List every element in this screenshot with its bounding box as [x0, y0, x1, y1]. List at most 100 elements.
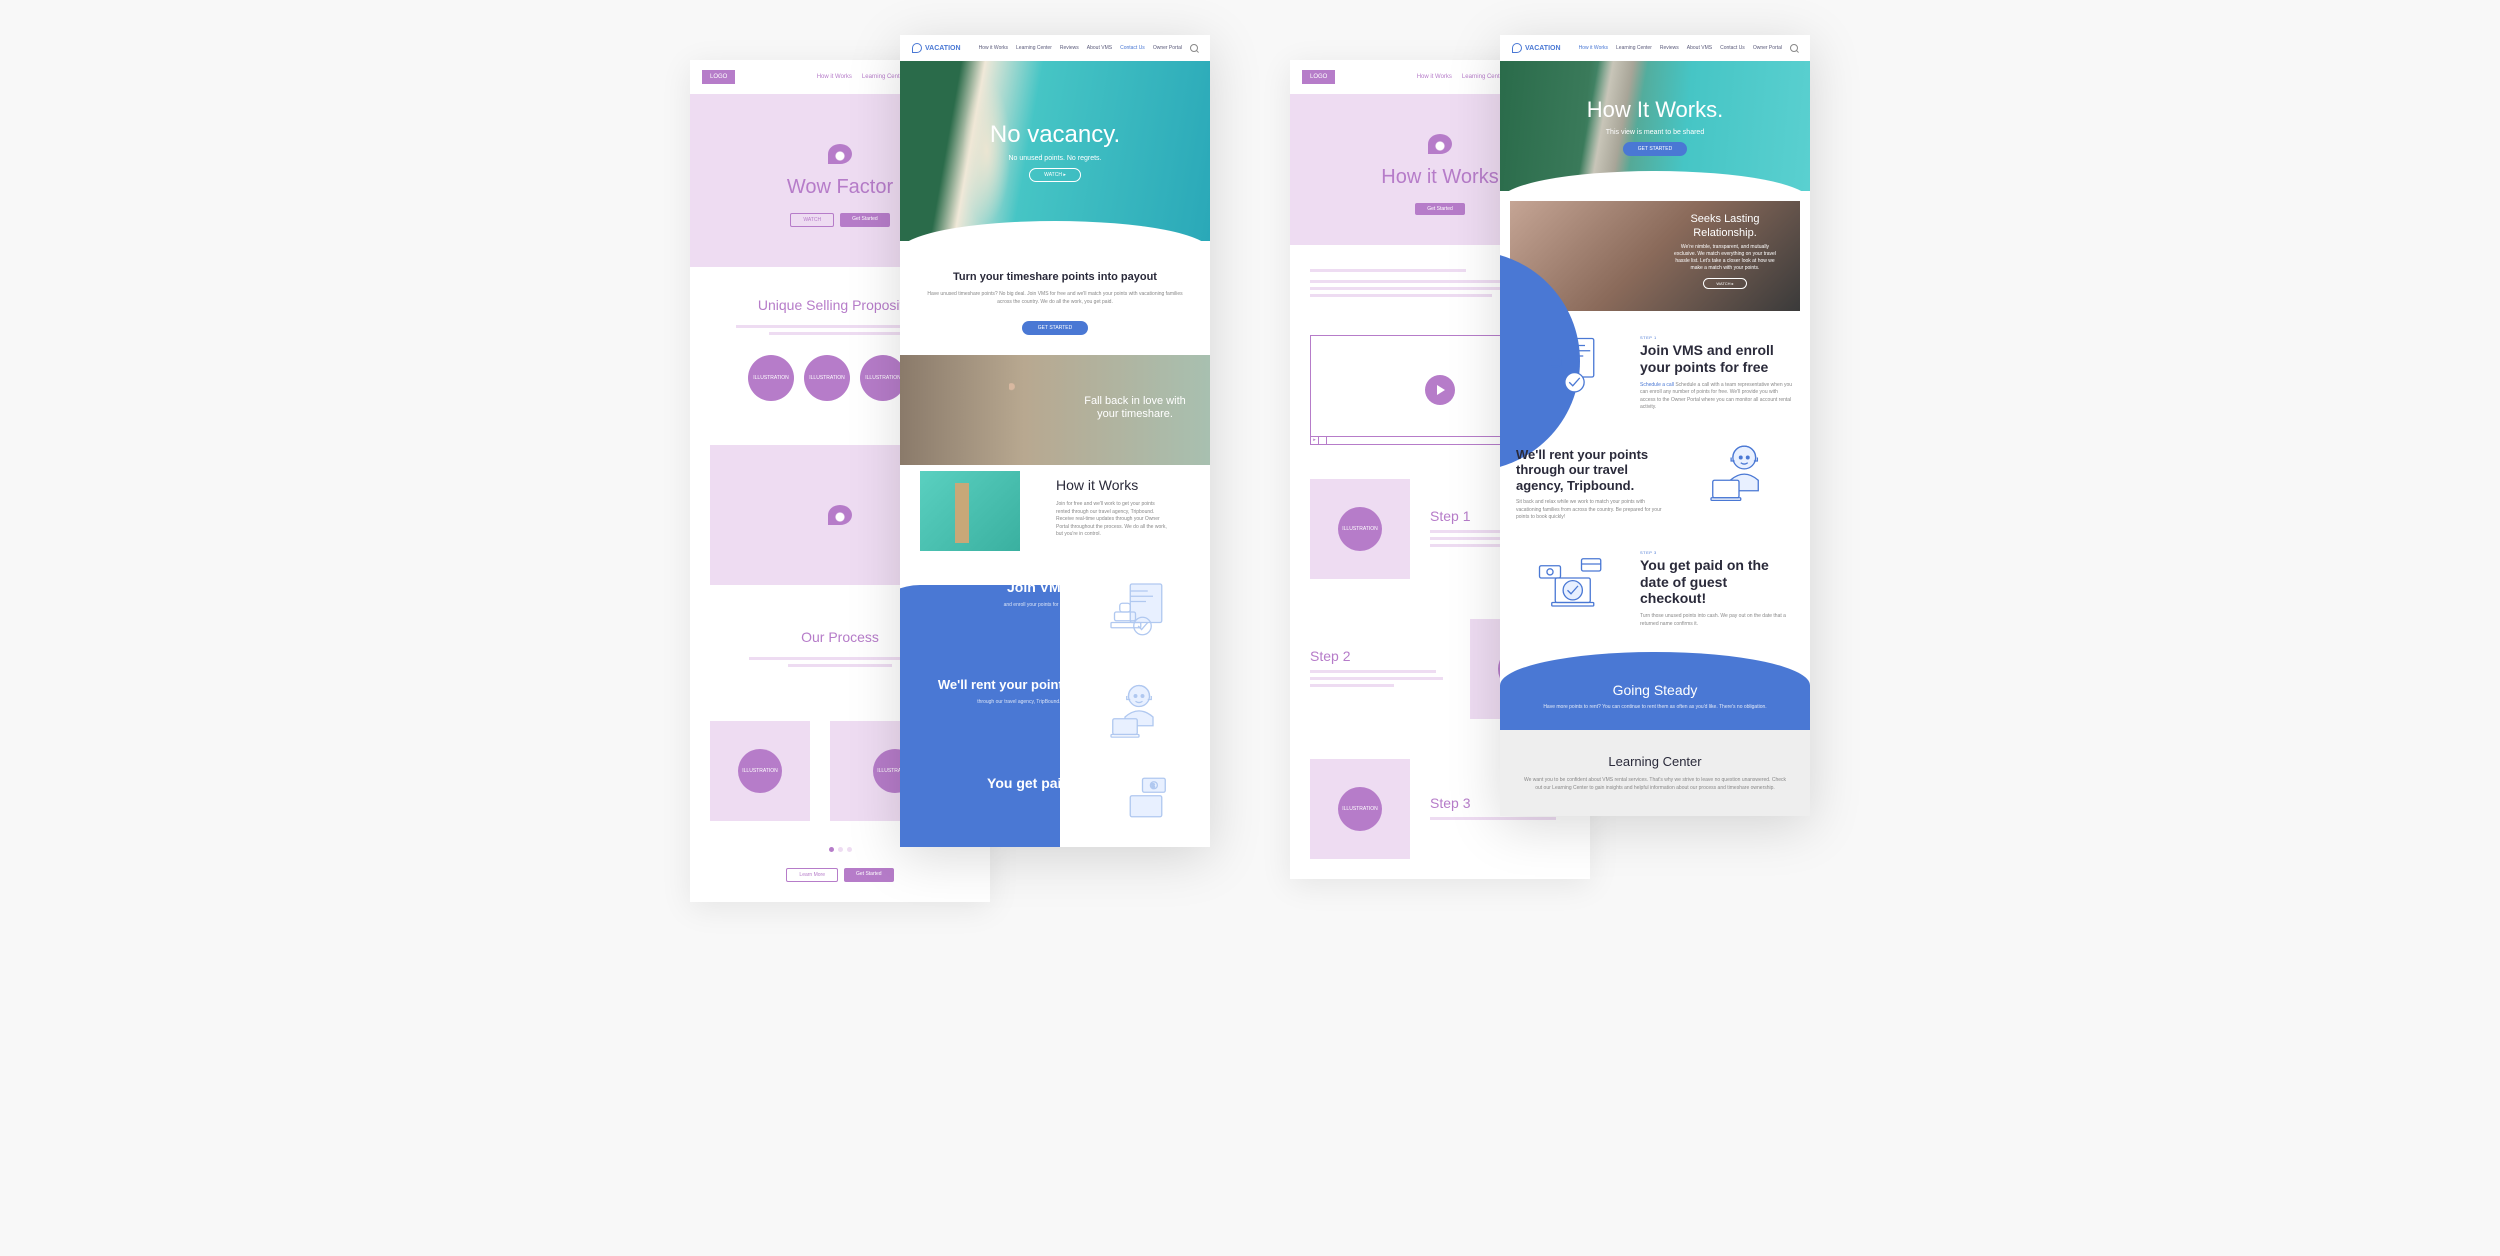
nav-item[interactable]: Learning Center [1016, 45, 1052, 51]
stamp-icon [1084, 577, 1194, 647]
photo-overlay-text: Fall back in love withyour timeshare. [1080, 395, 1190, 425]
step-body: and enroll your points for free. [916, 602, 1070, 610]
text-line [1310, 684, 1394, 687]
step-body: Turn those unused points into cash. We p… [1640, 613, 1794, 628]
hiw-desc: Join for free and we'll work to get your… [1056, 501, 1170, 539]
step-text-block: Step 2 [1310, 648, 1450, 691]
step-title: You get paid on the date of guest checko… [1640, 557, 1794, 607]
play-icon[interactable] [1425, 375, 1455, 405]
logo-icon [1512, 43, 1522, 53]
hiw-intro: How it Works Join for free and we'll wor… [1036, 471, 1190, 545]
line-2: your timeshare. [1097, 408, 1173, 420]
mk-hiw-block: How it Works Join for free and we'll wor… [900, 465, 1210, 847]
wf-thumb: ILLUSTRATION [710, 721, 810, 821]
get-started-button[interactable]: GET STARTED [1022, 321, 1088, 335]
wf-nav-item[interactable]: How it Works [1417, 74, 1452, 80]
text-line [1310, 670, 1436, 673]
nav-item[interactable]: Owner Portal [1153, 45, 1182, 51]
lc-body: We want you to be confident about VMS re… [1520, 777, 1790, 792]
nav-item[interactable]: Reviews [1660, 45, 1679, 51]
nav-item[interactable]: Contact Us [1720, 45, 1745, 51]
mk-logo[interactable]: VACATION [1512, 43, 1561, 53]
placeholder-icon [828, 505, 852, 525]
step-label: STEP 3 [1640, 550, 1794, 555]
svg-text:$: $ [1151, 783, 1155, 790]
wf-logo: LOGO [702, 70, 735, 84]
step-title: You get paid [916, 775, 1070, 792]
step-row: You get paid $ [900, 759, 1210, 847]
dot-icon[interactable] [829, 847, 834, 852]
pair-how: LOGO How it Works Learning Center Review… [1290, 60, 1810, 879]
mk-nav: VACATION How it Works Learning Center Re… [1500, 35, 1810, 61]
step-text: STEP 3 You get paid on the date of guest… [1640, 550, 1794, 628]
step-row: STEP 3 You get paid on the date of guest… [1500, 536, 1810, 642]
mk-nav: VACATION How it Works Learning Center Re… [900, 35, 1210, 61]
step-title: We'll rent your points through our trave… [1516, 447, 1670, 494]
step-title: Join VMS and enroll your points for free [1640, 342, 1794, 376]
schedule-link[interactable]: Schedule a call [1640, 382, 1674, 388]
text-line [1310, 677, 1443, 680]
hero-subtitle: No unused points. No regrets. [1009, 155, 1102, 162]
steady-title: Going Steady [1520, 682, 1790, 698]
placeholder-icon [1428, 134, 1452, 154]
illustration-placeholder: ILLUSTRATION [1338, 787, 1382, 831]
hero-title: No vacancy. [990, 121, 1120, 149]
watch-button[interactable]: WATCH ▸ [1029, 168, 1081, 182]
nav-item[interactable]: Reviews [1060, 45, 1079, 51]
wf-footer-btns: Learn More Get Started [690, 858, 990, 902]
illustration-placeholder: ILLUSTRATION [804, 355, 850, 401]
nav-item[interactable]: About VMS [1087, 45, 1112, 51]
mockup-how: VACATION How it Works Learning Center Re… [1500, 35, 1810, 816]
step-text: Join VMS and enroll your points for free… [916, 577, 1070, 609]
search-icon[interactable] [1190, 44, 1198, 52]
dot-icon[interactable] [847, 847, 852, 852]
mockup-home: VACATION How it Works Learning Center Re… [900, 35, 1210, 847]
logo-icon [912, 43, 922, 53]
nav-item[interactable]: How it Works [979, 45, 1008, 51]
small-photo [920, 471, 1020, 551]
get-started-button[interactable]: Get Started [840, 213, 890, 227]
get-started-button[interactable]: GET STARTED [1623, 142, 1687, 156]
wf-nav-item[interactable]: Learning Center [1462, 74, 1505, 80]
couple-photo [1009, 383, 1015, 395]
watch-button[interactable]: WATCH [790, 213, 834, 227]
agent-icon [1084, 675, 1194, 745]
nav-item[interactable]: About VMS [1687, 45, 1712, 51]
wf-nav-item[interactable]: How it Works [817, 74, 852, 80]
pair-home: LOGO How it Works Learning Center Review… [690, 60, 1210, 902]
hero-title: How It Works. [1587, 97, 1724, 123]
logo-text: VACATION [925, 45, 961, 52]
nav-item[interactable]: Contact Us [1120, 45, 1145, 51]
get-started-button[interactable]: Get Started [1415, 203, 1465, 215]
illustration-placeholder: ILLUSTRATION [748, 355, 794, 401]
mk-nav-links: How it Works Learning Center Reviews Abo… [1579, 44, 1798, 52]
text-line [1310, 287, 1531, 290]
usp-title: Turn your timeshare points into payout [920, 271, 1190, 283]
step-label: STEP 2 [1516, 440, 1670, 445]
step-label: STEP 1 [1640, 335, 1794, 340]
mk-couple-photo: Fall back in love withyour timeshare. [900, 355, 1210, 465]
seeks-text: Seeks Lasting Relationship. We're nimble… [1670, 213, 1780, 288]
nav-item[interactable]: Learning Center [1616, 45, 1652, 51]
nav-item[interactable]: How it Works [1579, 45, 1608, 51]
wf-nav-item[interactable]: Learning Center [862, 74, 905, 80]
step-row: STEP 1 Join VMS and enroll your points f… [1500, 321, 1810, 426]
step-row: STEP 2 We'll rent your points through ou… [1500, 426, 1810, 536]
wf-thumb: ILLUSTRATION [1310, 759, 1410, 859]
learning-center-section: Learning Center We want you to be confid… [1500, 730, 1810, 816]
watch-button[interactable]: WATCH ▸ [1703, 278, 1746, 289]
seeks-body: We're nimble, transparent, and mutually … [1670, 244, 1780, 272]
search-icon[interactable] [1790, 44, 1798, 52]
text-line [769, 332, 912, 335]
learn-more-button[interactable]: Learn More [786, 868, 838, 882]
nav-item[interactable]: Owner Portal [1753, 45, 1782, 51]
mk-logo[interactable]: VACATION [912, 43, 961, 53]
text-line [1310, 269, 1466, 272]
mk-nav-links: How it Works Learning Center Reviews Abo… [979, 44, 1198, 52]
lc-title: Learning Center [1520, 754, 1790, 769]
dot-icon[interactable] [838, 847, 843, 852]
step-label: Step 2 [1310, 648, 1450, 664]
get-started-button[interactable]: Get Started [844, 868, 894, 882]
text-line [1310, 294, 1492, 297]
hero-subtitle: This view is meant to be shared [1606, 129, 1704, 136]
